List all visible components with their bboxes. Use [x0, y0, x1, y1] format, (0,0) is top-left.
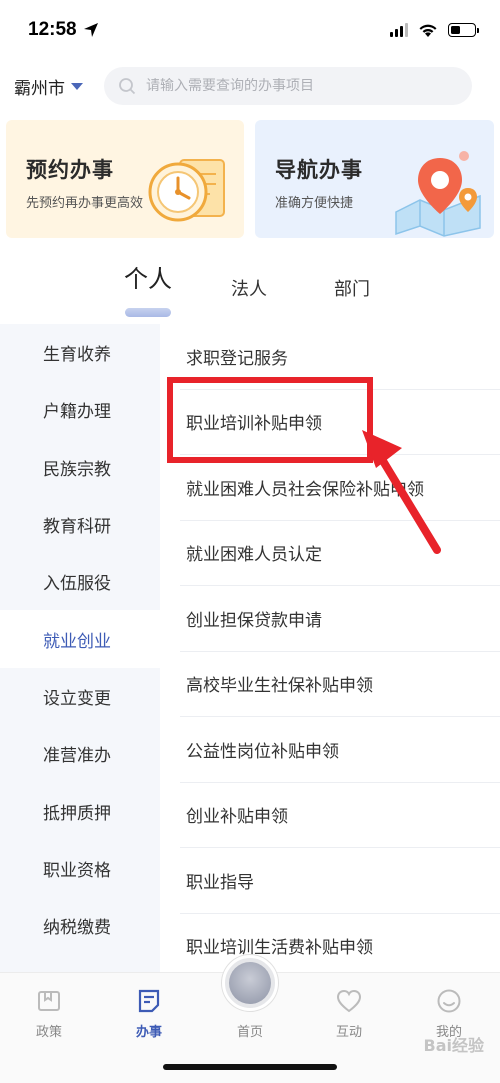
service-item[interactable]: 就业困难人员认定 [180, 521, 500, 586]
tabbar-home-label: 首页 [236, 1025, 263, 1040]
smiley-profile-icon [437, 989, 461, 1013]
tabs: 个人 法人 部门 [0, 262, 500, 320]
status-icons [390, 23, 479, 38]
category-list: 生育收养 户籍办理 民族宗教 教育科研 入伍服役 就业创业 设立变更 准营准办 … [0, 324, 160, 974]
clock-calendar-icon [148, 159, 225, 222]
status-bar: 12:58 [0, 0, 500, 60]
tabbar-label: 办事 [135, 1025, 162, 1040]
search-icon [119, 78, 136, 95]
caret-down-icon [71, 82, 83, 90]
category-item-tax-payment[interactable]: 纳税缴费 [0, 897, 160, 954]
service-item[interactable]: 职业指导 [180, 848, 500, 914]
service-item[interactable]: 求职登记服务 [180, 324, 500, 390]
tabbar-label: 政策 [35, 1025, 62, 1040]
category-item-ethnic-religion[interactable]: 民族宗教 [0, 439, 160, 496]
service-list: 求职登记服务 职业培训补贴申领 就业困难人员社会保险补贴申领 就业困难人员认定 … [180, 324, 500, 979]
tab-department[interactable]: 部门 [334, 275, 370, 301]
cellular-signal-icon [390, 23, 408, 37]
category-item-birth-adoption[interactable]: 生育收养 [0, 324, 160, 381]
service-item[interactable]: 公益性岗位补贴申领 [180, 717, 500, 783]
tab-legal-person[interactable]: 法人 [231, 275, 267, 301]
city-selector[interactable]: 霸州市 [14, 74, 104, 99]
category-item-business-permit[interactable]: 准营准办 [0, 725, 160, 782]
home-emblem-icon [229, 962, 271, 1004]
navigation-banner[interactable]: 导航办事 准确方便快捷 [255, 120, 494, 238]
tabbar-home[interactable] [222, 955, 278, 1011]
search-bar[interactable] [104, 67, 472, 105]
category-item-establishment-change[interactable]: 设立变更 [0, 668, 160, 725]
search-input[interactable] [146, 78, 458, 94]
category-item-employment[interactable]: 就业创业 [0, 610, 160, 668]
category-item-mortgage-pledge[interactable]: 抵押质押 [0, 782, 160, 839]
wifi-icon [419, 24, 437, 37]
policy-book-icon [38, 991, 60, 1011]
service-item[interactable]: 就业困难人员社会保险补贴申领 [180, 455, 500, 521]
watermark: Bai经验 [423, 1036, 484, 1055]
service-item-highlighted[interactable]: 职业培训补贴申领 [180, 390, 500, 455]
status-time: 12:58 [28, 19, 99, 41]
tabbar-interaction[interactable]: 互动 [314, 987, 384, 1040]
category-item-military-service[interactable]: 入伍服役 [0, 553, 160, 610]
service-item[interactable]: 创业补贴申领 [180, 783, 500, 848]
heart-icon [336, 989, 362, 1013]
tabbar-services[interactable]: 办事 [114, 987, 184, 1040]
status-time-text: 12:58 [28, 19, 77, 40]
tabbar-policy[interactable]: 政策 [14, 987, 84, 1040]
category-item-professional-qualification[interactable]: 职业资格 [0, 840, 160, 897]
category-item-education-research[interactable]: 教育科研 [0, 496, 160, 553]
location-arrow-icon [83, 23, 98, 37]
city-label: 霸州市 [14, 78, 65, 99]
tabbar-label: 互动 [335, 1025, 362, 1040]
tab-personal[interactable]: 个人 [124, 259, 172, 294]
services-doc-icon [138, 989, 160, 1013]
home-indicator [163, 1064, 337, 1070]
service-item[interactable]: 高校毕业生社保补贴申领 [180, 652, 500, 717]
category-item-household-registration[interactable]: 户籍办理 [0, 381, 160, 438]
tab-active-indicator [125, 308, 171, 317]
header: 霸州市 [0, 64, 500, 108]
service-item[interactable]: 创业担保贷款申请 [180, 586, 500, 652]
battery-icon [448, 23, 479, 37]
appointment-banner[interactable]: 预约办事 先预约再办事更高效 [6, 120, 244, 238]
map-location-icon [395, 151, 481, 237]
